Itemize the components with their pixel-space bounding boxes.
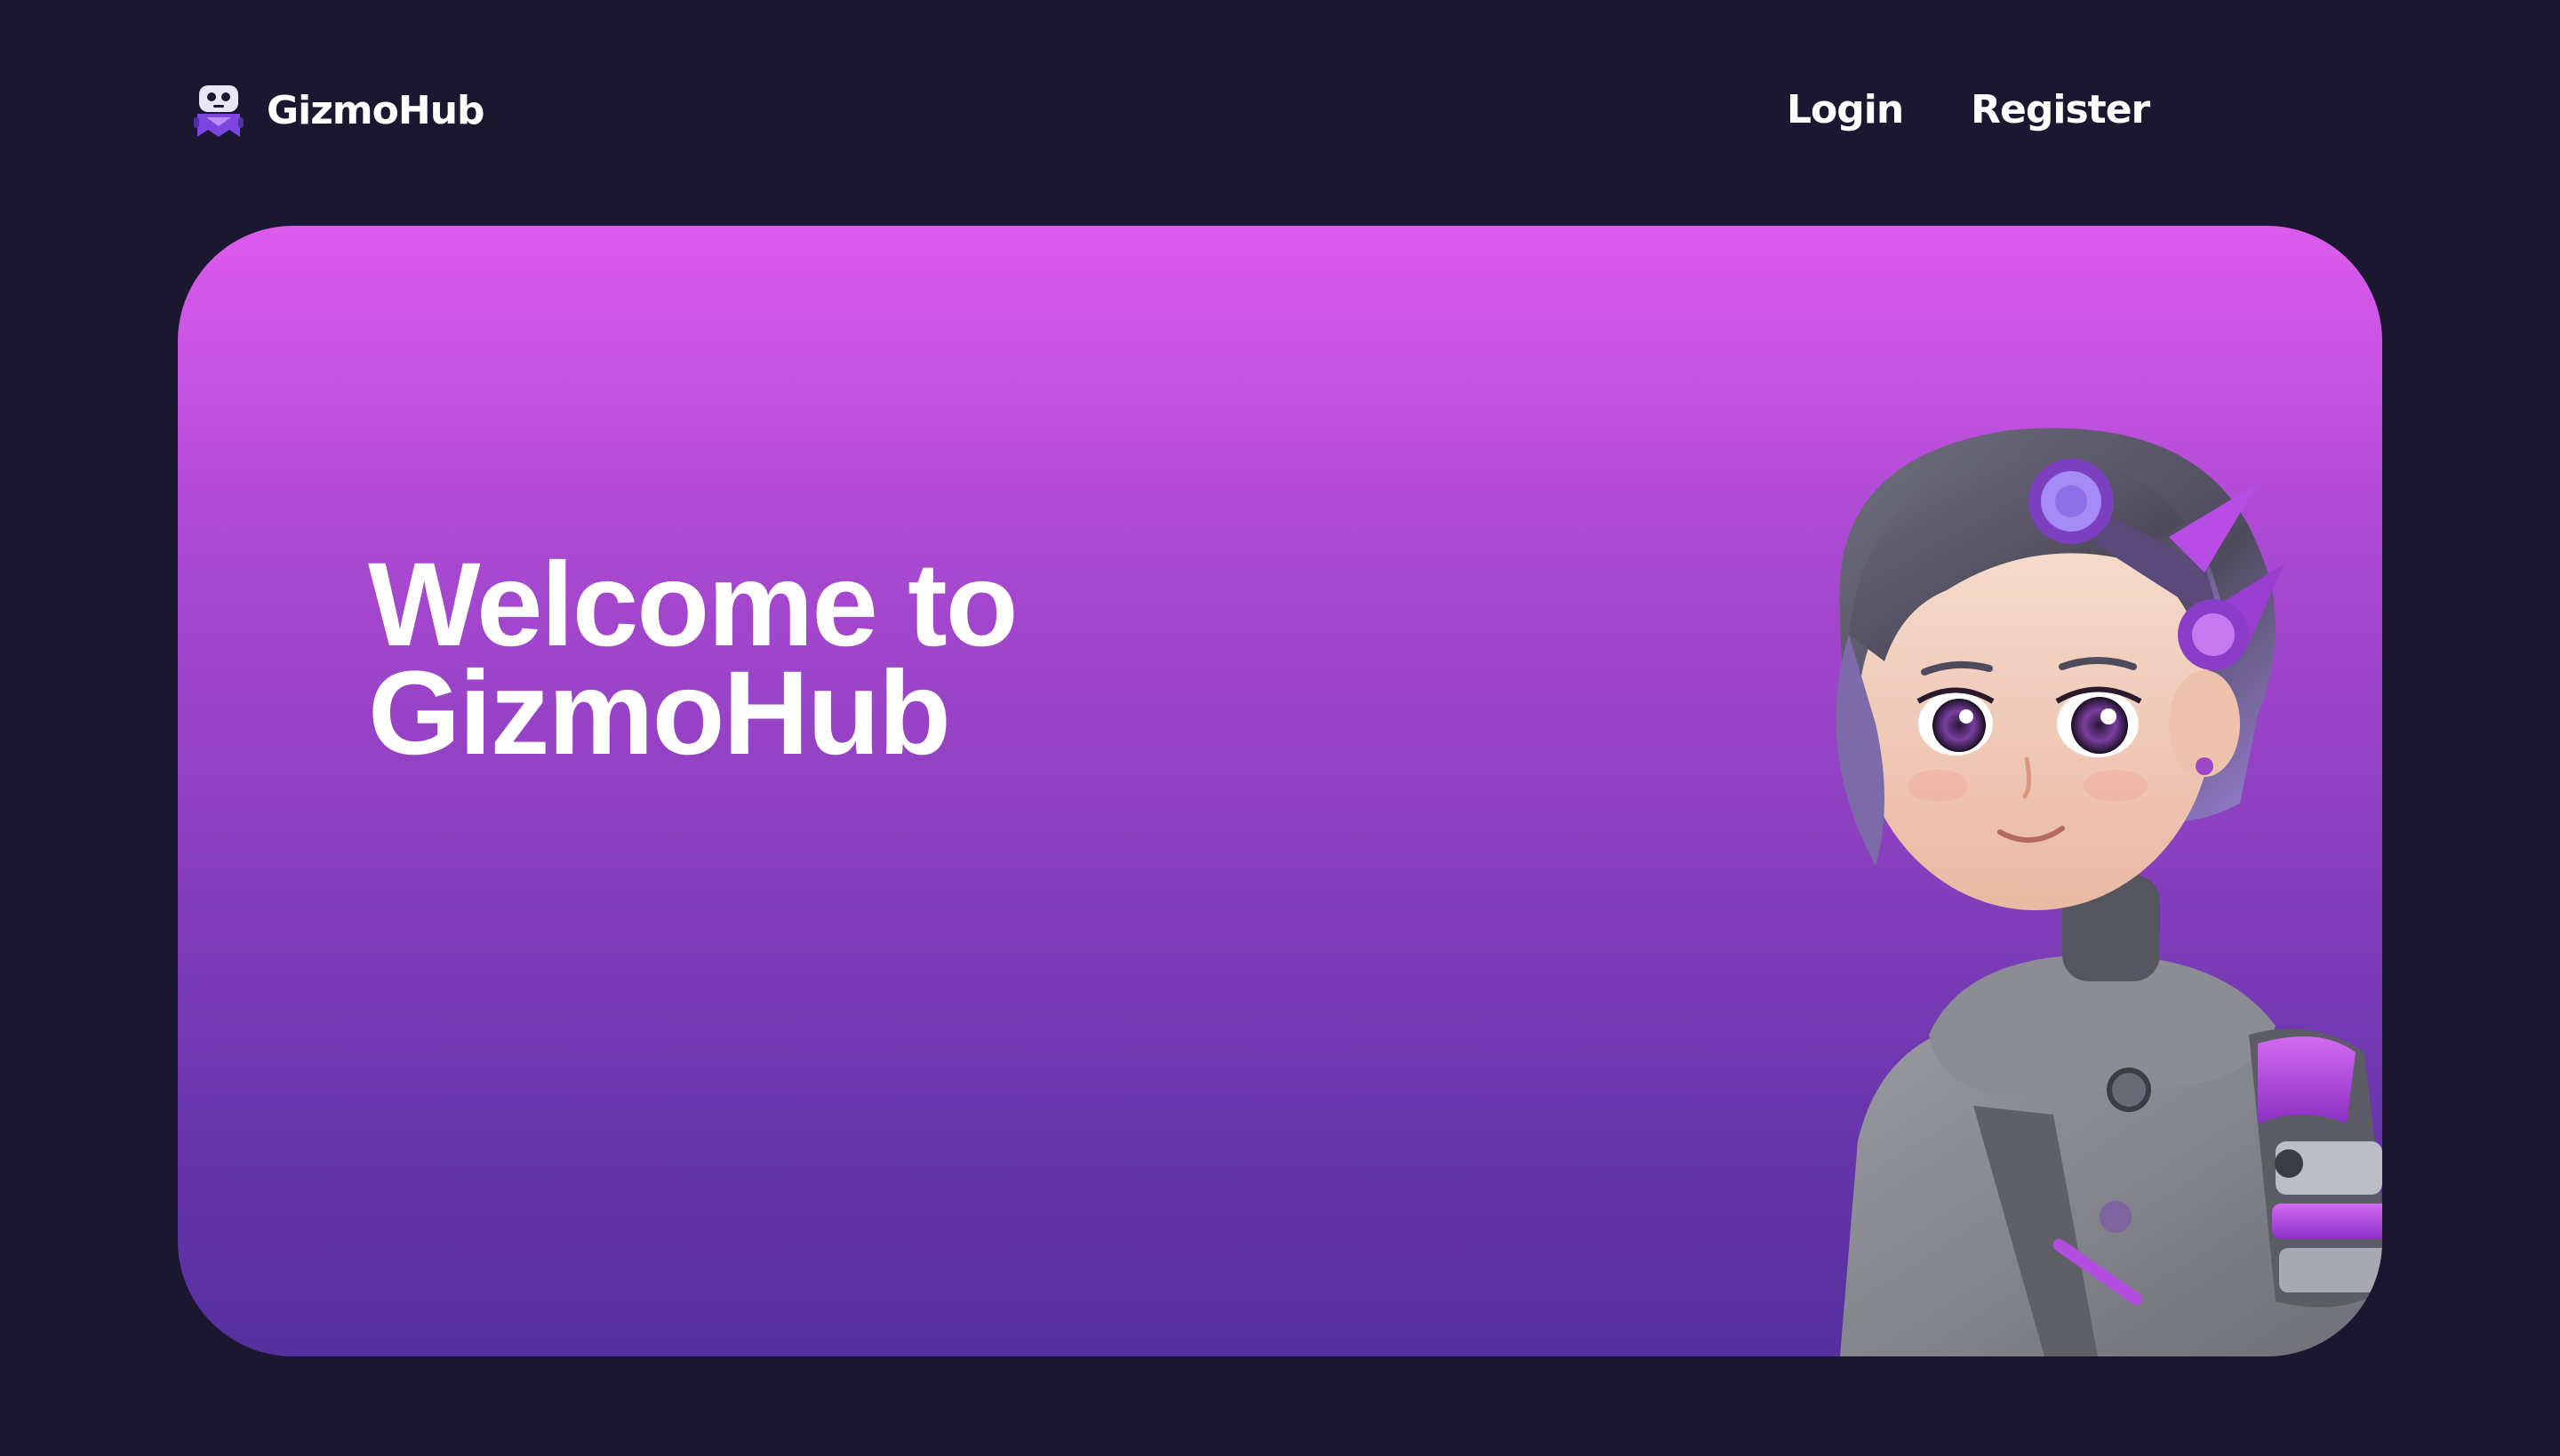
login-link[interactable]: Login [1787, 87, 1904, 132]
auth-nav: Login Register [1787, 87, 2150, 132]
top-nav-bar: GizmoHub Login Register [0, 0, 2560, 222]
brand-home-link[interactable]: GizmoHub [194, 82, 485, 139]
hero-title-line-2: GizmoHub [368, 647, 951, 780]
register-link[interactable]: Register [1971, 87, 2150, 132]
hero-title: Welcome to GizmoHub [368, 539, 1257, 780]
hero-character-image [1836, 428, 2382, 1356]
brand-name: GizmoHub [267, 87, 485, 133]
hero-title-line-1: Welcome to [368, 539, 1019, 671]
hero-banner: Welcome to GizmoHub [178, 226, 2382, 1356]
robot-mascot-icon [194, 85, 244, 137]
